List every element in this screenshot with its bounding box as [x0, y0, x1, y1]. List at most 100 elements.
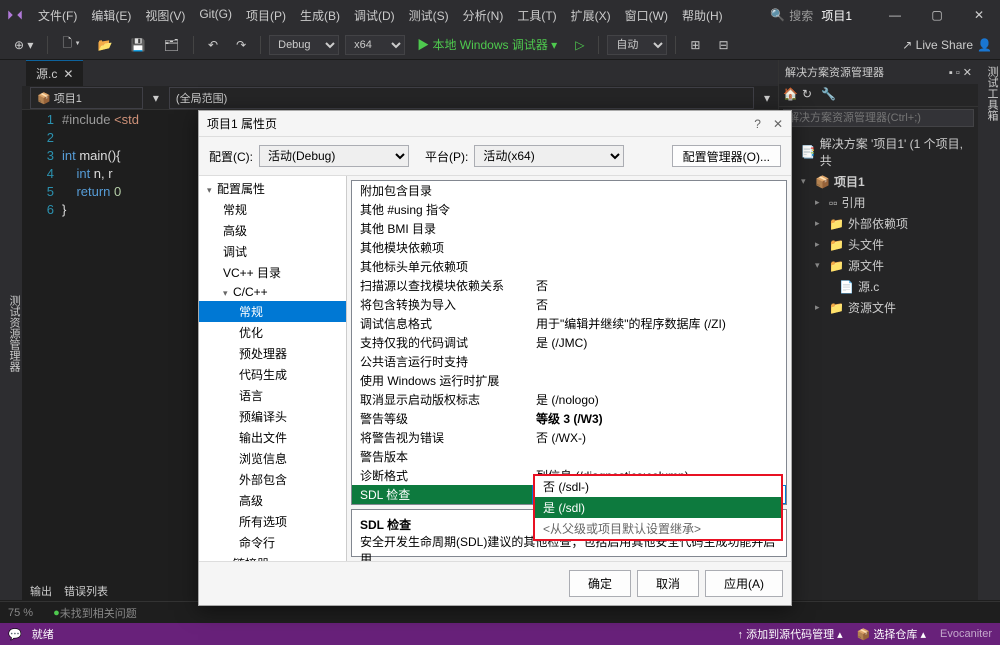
menu-analyze[interactable]: 分析(N): [457, 3, 510, 28]
tree-cpp[interactable]: ▾C/C++: [199, 283, 346, 301]
new-button[interactable]: 🗋 ▾: [56, 32, 85, 57]
property-row[interactable]: 其他模块依赖项: [352, 238, 786, 257]
tree-cpp-language[interactable]: 语言: [199, 385, 346, 406]
dialog-close-icon[interactable]: ✕: [773, 117, 783, 131]
save-button[interactable]: 💾: [125, 36, 152, 54]
tree-cpp-output[interactable]: 输出文件: [199, 427, 346, 448]
tree-cpp-preprocessor[interactable]: 预处理器: [199, 343, 346, 364]
account-icon[interactable]: 👤: [977, 38, 992, 52]
tree-cpp-general[interactable]: 常规: [199, 301, 346, 322]
cancel-button[interactable]: 取消: [637, 570, 699, 597]
tree-general[interactable]: 常规: [199, 199, 346, 220]
menu-build[interactable]: 生成(B): [294, 3, 346, 28]
breadcrumb-dropdown-icon[interactable]: ▾: [764, 91, 770, 105]
breadcrumb-project[interactable]: 📦 项目1: [30, 87, 143, 109]
tree-linker[interactable]: ▸链接器: [199, 553, 346, 561]
tool-btn-1[interactable]: ⊞: [684, 36, 706, 54]
property-row[interactable]: 调试信息格式用于"编辑并继续"的程序数据库 (/ZI): [352, 314, 786, 333]
maximize-button[interactable]: ▢: [922, 8, 952, 22]
sync-icon[interactable]: ↻: [802, 87, 818, 103]
dropdown-opt-no[interactable]: 否 (/sdl-): [535, 476, 781, 497]
select-repo[interactable]: 📦 选择仓库 ▴: [857, 626, 926, 642]
menu-extensions[interactable]: 扩展(X): [565, 3, 617, 28]
property-row[interactable]: 支持仅我的代码调试是 (/JMC): [352, 333, 786, 352]
wrench-icon[interactable]: 🔧: [821, 87, 837, 103]
tree-cpp-optimize[interactable]: 优化: [199, 322, 346, 343]
property-value[interactable]: 是 (/JMC): [532, 334, 786, 351]
property-value[interactable]: 等级 3 (/W3): [532, 410, 786, 427]
open-button[interactable]: 📂: [92, 36, 119, 54]
dropdown-opt-yes[interactable]: 是 (/sdl): [535, 497, 781, 518]
tree-vcdirs[interactable]: VC++ 目录: [199, 262, 346, 283]
project-node[interactable]: ▾📦 项目1: [783, 171, 974, 192]
references-node[interactable]: ▸▫▫ 引用: [783, 192, 974, 213]
property-row[interactable]: 公共语言运行时支持: [352, 352, 786, 371]
tree-config-props[interactable]: ▾配置属性: [199, 178, 346, 199]
save-all-button[interactable]: 🗂: [158, 36, 185, 54]
property-row[interactable]: 附加包含目录: [352, 181, 786, 200]
redo-button[interactable]: ↷: [230, 36, 252, 54]
tab-source[interactable]: 源.c ✕: [26, 60, 83, 86]
tab-close-icon[interactable]: ✕: [63, 67, 73, 81]
menu-debug[interactable]: 调试(D): [348, 3, 401, 28]
property-value[interactable]: 否: [532, 296, 786, 313]
source-file-node[interactable]: 📄 源.c: [783, 276, 974, 297]
property-row[interactable]: 取消显示启动版权标志是 (/nologo): [352, 390, 786, 409]
menu-help[interactable]: 帮助(H): [676, 3, 729, 28]
add-source-control[interactable]: ↑ 添加到源代码管理 ▴: [738, 626, 843, 642]
minimize-button[interactable]: —: [880, 8, 910, 22]
dialog-help-icon[interactable]: ?: [754, 117, 761, 131]
menu-tools[interactable]: 工具(T): [511, 3, 562, 28]
breadcrumb-scope[interactable]: (全局范围): [169, 87, 754, 109]
tree-cpp-codegen[interactable]: 代码生成: [199, 364, 346, 385]
live-share-button[interactable]: ↗ Live Share: [902, 38, 973, 52]
tree-advanced[interactable]: 高级: [199, 220, 346, 241]
tree-cpp-advanced[interactable]: 高级: [199, 490, 346, 511]
property-value[interactable]: 是 (/nologo): [532, 391, 786, 408]
feedback-icon[interactable]: 💬: [8, 628, 22, 641]
property-row[interactable]: 将警告视为错误否 (/WX-): [352, 428, 786, 447]
right-tool-tab[interactable]: 测试工具箱: [978, 60, 1000, 600]
apply-button[interactable]: 应用(A): [705, 570, 783, 597]
undo-button[interactable]: ↶: [202, 36, 224, 54]
config-manager-button[interactable]: 配置管理器(O)...: [672, 145, 781, 167]
platform-select[interactable]: x64: [345, 35, 405, 55]
property-row[interactable]: 其他 #using 指令: [352, 200, 786, 219]
menu-edit[interactable]: 编辑(E): [85, 3, 137, 28]
tool-btn-2[interactable]: ⊟: [712, 36, 734, 54]
dropdown-opt-inherit[interactable]: <从父级或项目默认设置继承>: [535, 518, 781, 539]
menu-git[interactable]: Git(G): [193, 3, 238, 28]
solution-node[interactable]: ▸📑 解决方案 '项目1' (1 个项目, 共: [783, 133, 974, 171]
menu-file[interactable]: 文件(F): [32, 3, 83, 28]
menu-view[interactable]: 视图(V): [139, 3, 191, 28]
search-box[interactable]: 🔍 搜索: [770, 7, 813, 24]
errorlist-tab[interactable]: 错误列表: [64, 583, 108, 599]
property-row[interactable]: 将包含转换为导入否: [352, 295, 786, 314]
property-row[interactable]: 警告等级等级 3 (/W3): [352, 409, 786, 428]
config-dropdown[interactable]: 活动(Debug): [259, 145, 409, 167]
home-icon[interactable]: 🏠: [783, 87, 799, 103]
output-tab[interactable]: 输出: [30, 583, 52, 599]
tree-cpp-pch[interactable]: 预编译头: [199, 406, 346, 427]
solution-search-input[interactable]: [783, 109, 974, 127]
property-value[interactable]: 否: [532, 277, 786, 294]
start-nodebug-button[interactable]: ▷: [569, 36, 590, 54]
property-value[interactable]: 用于"编辑并继续"的程序数据库 (/ZI): [532, 315, 786, 332]
tree-cpp-external[interactable]: 外部包含: [199, 469, 346, 490]
start-debug-button[interactable]: ▶ 本地 Windows 调试器 ▾: [411, 34, 563, 55]
close-button[interactable]: ✕: [964, 8, 994, 22]
platform-dropdown[interactable]: 活动(x64): [474, 145, 624, 167]
auto-select[interactable]: 自动: [607, 35, 667, 55]
menu-test[interactable]: 测试(S): [403, 3, 455, 28]
ok-button[interactable]: 确定: [569, 570, 631, 597]
config-select[interactable]: Debug: [269, 35, 339, 55]
property-row[interactable]: 扫描源以查找模块依赖关系否: [352, 276, 786, 295]
tree-cpp-browse[interactable]: 浏览信息: [199, 448, 346, 469]
property-row[interactable]: 其他标头单元依赖项: [352, 257, 786, 276]
property-row[interactable]: 其他 BMI 目录: [352, 219, 786, 238]
tree-debug[interactable]: 调试: [199, 241, 346, 262]
sources-node[interactable]: ▾📁 源文件: [783, 255, 974, 276]
tree-cpp-cmdline[interactable]: 命令行: [199, 532, 346, 553]
resources-node[interactable]: ▸📁 资源文件: [783, 297, 974, 318]
property-value[interactable]: 否 (/WX-): [532, 429, 786, 446]
